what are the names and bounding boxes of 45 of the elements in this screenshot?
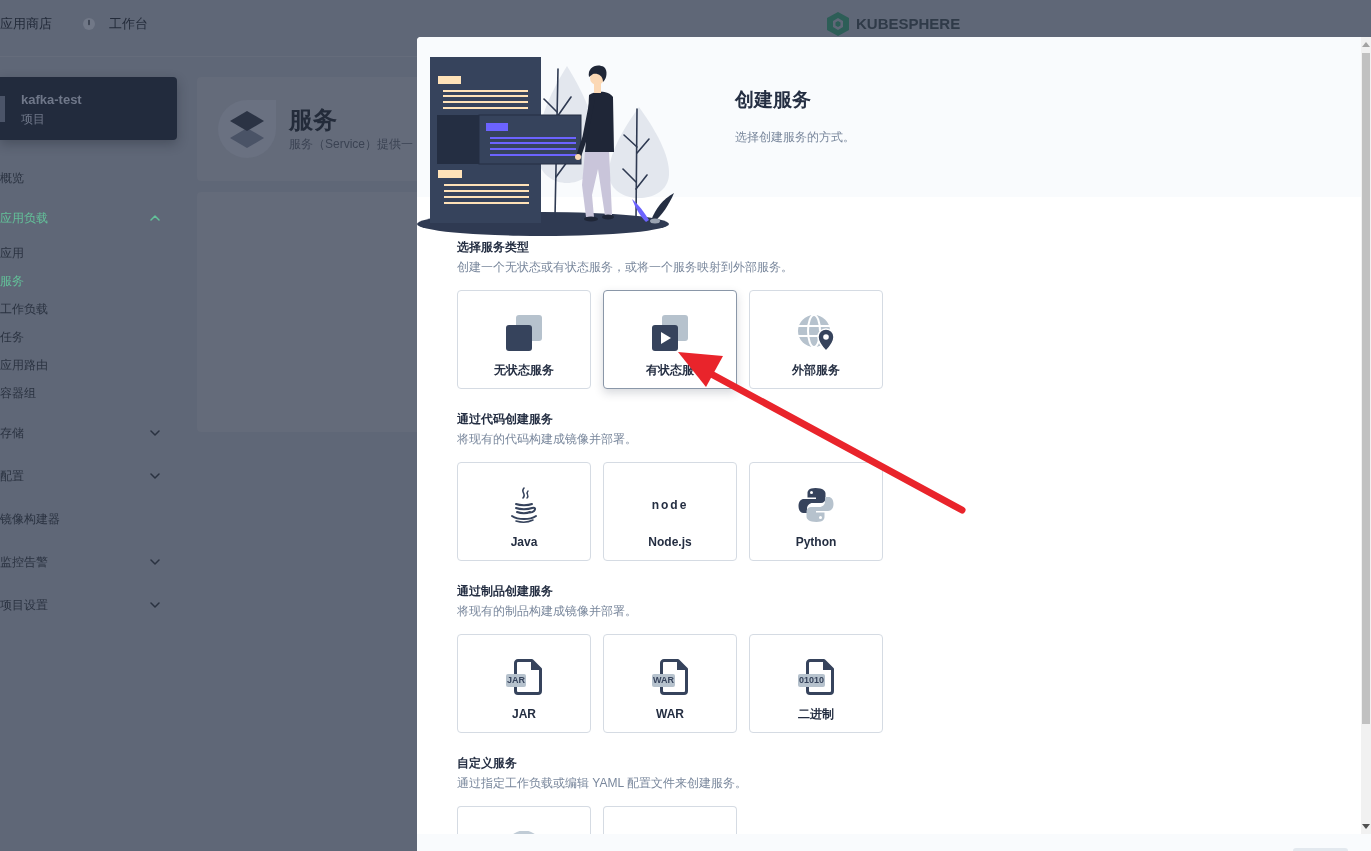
file-type-badge: 01010 — [798, 674, 826, 687]
section-title: 通过制品创建服务 — [457, 583, 554, 600]
option-card[interactable]: JAR JAR — [457, 634, 591, 733]
file-type-badge: WAR — [652, 674, 675, 687]
section-description: 通过指定工作负载或编辑 YAML 配置文件来创建服务。 — [457, 775, 747, 792]
node-logo: node — [651, 497, 689, 514]
coffee-cup-icon — [510, 487, 538, 523]
section-description: 将现有的制品构建成镜像并部署。 — [457, 603, 638, 620]
page-title: 服务 — [289, 105, 338, 135]
project-card[interactable]: kafka-test 项目 — [0, 77, 177, 140]
section-title: 通过代码创建服务 — [457, 411, 554, 428]
python-icon — [798, 487, 834, 523]
dialog-description: 选择创建服务的方式。 — [735, 129, 855, 145]
nav-link[interactable]: 工作台 — [83, 15, 148, 33]
section-description: 将现有的代码构建成镜像并部署。 — [457, 431, 638, 448]
scroll-up-arrow-icon[interactable] — [1362, 42, 1370, 47]
scrollbar[interactable] — [1361, 37, 1371, 834]
globe-pin-icon — [798, 315, 834, 351]
option-card[interactable]: 01010 二进制 — [749, 634, 883, 733]
project-name: kafka-test — [21, 90, 82, 109]
nav-link[interactable]: 应用商店 — [0, 15, 52, 33]
file-type-badge: JAR — [506, 674, 526, 687]
option-card[interactable]: 无状态服务 — [457, 290, 591, 389]
dial-icon — [83, 18, 95, 30]
option-card[interactable]: Python — [749, 462, 883, 561]
option-card[interactable] — [603, 806, 737, 834]
option-card[interactable] — [457, 806, 591, 834]
project-icon — [0, 95, 5, 122]
hexagon-logo-icon — [826, 12, 850, 36]
stacked-squares-play-icon — [652, 315, 688, 351]
project-type: 项目 — [21, 110, 46, 128]
layers-icon — [218, 99, 276, 159]
scroll-down-arrow-icon[interactable] — [1362, 824, 1370, 829]
sidebar-item[interactable]: 应用负载 — [0, 199, 160, 237]
stacked-squares-icon — [506, 315, 542, 351]
option-card[interactable]: Java — [457, 462, 591, 561]
section-title: 自定义服务 — [457, 755, 517, 772]
option-card[interactable]: node Node.js — [603, 462, 737, 561]
scrollbar-thumb[interactable] — [1362, 53, 1370, 724]
section-description: 创建一个无状态或有状态服务，或将一个服务映射到外部服务。 — [457, 259, 794, 276]
option-card[interactable]: WAR WAR — [603, 634, 737, 733]
sidebar-item[interactable]: 服务 — [0, 267, 160, 295]
dialog-title: 创建服务 — [735, 88, 811, 112]
option-card[interactable]: 外部服务 — [749, 290, 883, 389]
section-title: 选择服务类型 — [457, 239, 530, 256]
